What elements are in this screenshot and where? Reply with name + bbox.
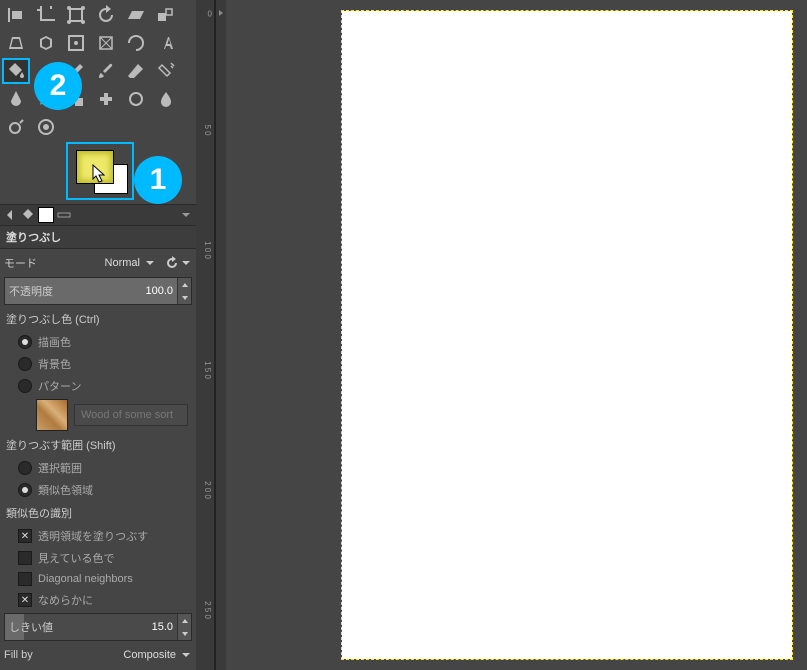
opacity-value: 100.0 — [145, 285, 173, 297]
pattern-name-field[interactable]: Wood of some sort — [74, 404, 188, 426]
checkbox-icon — [18, 551, 32, 565]
tool-text-icon[interactable] — [152, 30, 180, 56]
tool-align-icon[interactable] — [2, 2, 30, 28]
reset-mode-icon[interactable] — [164, 255, 180, 271]
radio-icon — [18, 357, 32, 371]
ruler-tick: 2 0 0 — [203, 481, 212, 499]
smooth-check[interactable]: ✕ なめらかに — [4, 589, 192, 611]
fill-transparent-check[interactable]: ✕ 透明領域を塗りつぶす — [4, 525, 192, 547]
threshold-slider[interactable]: しきい値 15.0 — [4, 613, 192, 641]
fill-transparent-label: 透明領域を塗りつぶす — [38, 528, 148, 544]
fill-bg-label: 背景色 — [38, 356, 71, 372]
tool-heal-icon[interactable] — [92, 86, 120, 112]
annotation-bubble-2: 2 — [34, 62, 82, 110]
vertical-ruler: 0 5 0 1 0 0 1 5 0 2 0 0 2 5 0 — [196, 0, 215, 670]
tool-rotate-icon[interactable] — [92, 2, 120, 28]
tool-shear-icon[interactable] — [122, 2, 150, 28]
image-canvas[interactable] — [342, 11, 792, 659]
chevron-down-icon — [144, 257, 156, 269]
visible-color-label: 見えている色で — [38, 550, 114, 566]
checkbox-icon: ✕ — [18, 593, 32, 607]
mode-label: モード — [4, 255, 37, 271]
vertical-scrollbar-docker[interactable] — [215, 0, 226, 670]
radio-icon — [18, 461, 32, 475]
tool-options-title: 塗りつぶし — [0, 226, 196, 249]
ruler-tick: 0 — [208, 10, 212, 19]
tool-cage-icon[interactable] — [92, 30, 120, 56]
fill-selection-label: 選択範囲 — [38, 460, 82, 476]
annotation-bubble-1: 1 — [134, 156, 182, 204]
fill-range-header: 塗りつぶす範囲 (Shift) — [4, 433, 192, 457]
tool-airbrush-icon[interactable] — [152, 58, 180, 84]
toolbox-grid: 1 — [0, 0, 196, 204]
tab-menu-icon[interactable] — [178, 207, 194, 223]
tool-blur-icon[interactable] — [122, 86, 150, 112]
tool-handle-icon[interactable] — [62, 30, 90, 56]
pointer-cursor-icon — [92, 164, 106, 184]
mode-row[interactable]: モード Normal — [4, 251, 192, 275]
opacity-slider[interactable]: 不透明度 100.0 — [4, 277, 192, 305]
tool-eraser-icon[interactable] — [122, 58, 150, 84]
visible-color-check[interactable]: 見えている色で — [4, 547, 192, 569]
tool-perspective-clone-icon[interactable] — [32, 114, 60, 140]
tool-dodge-icon[interactable] — [2, 114, 30, 140]
tool-brush-icon[interactable] — [92, 58, 120, 84]
opacity-label: 不透明度 — [9, 283, 53, 299]
radio-icon — [18, 335, 32, 349]
tool-scale-icon[interactable] — [152, 2, 180, 28]
checkbox-icon: ✕ — [18, 529, 32, 543]
diagonal-label: Diagonal neighbors — [38, 573, 133, 585]
fill-fg-radio[interactable]: 描画色 — [4, 331, 192, 353]
fill-color-header: 塗りつぶし色 (Ctrl) — [4, 307, 192, 331]
fill-by-row[interactable]: Fill by Composite — [4, 643, 192, 667]
threshold-spinner[interactable] — [177, 614, 191, 640]
fill-similar-radio[interactable]: 類似色領域 — [4, 479, 192, 501]
config-arrow-icon[interactable] — [56, 207, 72, 223]
white-swatch-icon[interactable] — [38, 207, 54, 223]
ruler-tick: 2 5 0 — [203, 601, 212, 619]
fill-pattern-radio[interactable]: パターン — [4, 375, 192, 397]
checkbox-icon — [18, 572, 32, 586]
fill-pattern-label: パターン — [38, 378, 81, 394]
expand-right-icon[interactable] — [217, 8, 225, 18]
fill-selection-radio[interactable]: 選択範囲 — [4, 457, 192, 479]
canvas-viewport[interactable] — [226, 0, 807, 670]
ruler-tick: 1 0 0 — [203, 241, 212, 259]
tool-options-tab-bar — [0, 204, 196, 226]
tool-ink-icon[interactable] — [2, 86, 30, 112]
fill-bg-radio[interactable]: 背景色 — [4, 353, 192, 375]
fill-similar-label: 類似色領域 — [38, 482, 93, 498]
fill-fg-label: 描画色 — [38, 334, 71, 350]
tool-perspective-icon[interactable] — [2, 30, 30, 56]
tool-transform-icon[interactable] — [62, 2, 90, 28]
tool-smudge-icon[interactable] — [152, 86, 180, 112]
radio-icon — [18, 379, 32, 393]
threshold-value: 15.0 — [152, 621, 173, 633]
radio-icon — [18, 483, 32, 497]
fill-by-value: Composite — [123, 649, 176, 661]
bucket-small-icon[interactable] — [20, 207, 36, 223]
tool-warp-icon[interactable] — [122, 30, 150, 56]
threshold-label: しきい値 — [9, 619, 53, 635]
ruler-tick: 5 0 — [203, 124, 212, 135]
chevron-down-icon — [180, 649, 192, 661]
tool-bucket-fill-icon[interactable] — [2, 58, 30, 84]
prev-icon[interactable] — [2, 207, 18, 223]
ruler-tick: 1 5 0 — [203, 361, 212, 379]
pattern-swatch[interactable] — [36, 399, 68, 431]
tool-3dtransform-icon[interactable] — [32, 30, 60, 56]
mode-value: Normal — [105, 257, 140, 269]
opacity-spinner[interactable] — [177, 278, 191, 304]
similar-header: 類似色の識別 — [4, 501, 192, 525]
chevron-down-icon[interactable] — [180, 257, 192, 269]
diagonal-neighbors-check[interactable]: Diagonal neighbors — [4, 569, 192, 589]
smooth-label: なめらかに — [38, 592, 93, 608]
tool-crop-icon[interactable] — [32, 2, 60, 28]
fill-by-label: Fill by — [4, 649, 33, 661]
